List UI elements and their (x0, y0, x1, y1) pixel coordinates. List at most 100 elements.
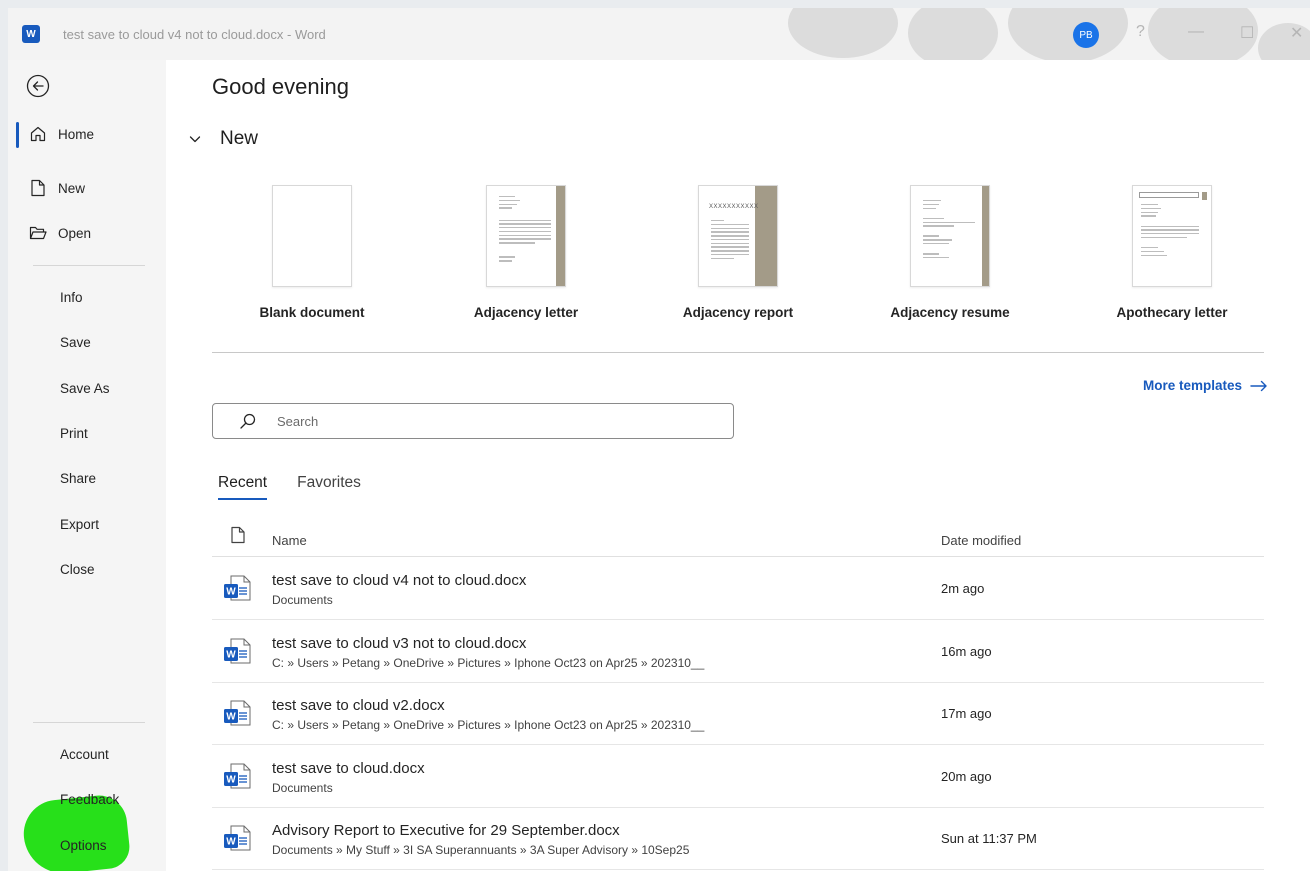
file-date-modified: 16m ago (941, 643, 992, 659)
template-name: Adjacency letter (473, 305, 579, 320)
file-name: test save to cloud v4 not to cloud.docx (272, 572, 527, 589)
greeting-heading: Good evening (212, 74, 349, 99)
template-apothecary-letter[interactable]: Apothecary letter (1072, 185, 1272, 320)
svg-text:W: W (226, 774, 236, 785)
file-date-modified: Sun at 11:37 PM (941, 831, 1037, 846)
sidebar-separator (33, 265, 145, 266)
sidebar-item-export[interactable]: Export (16, 506, 166, 542)
file-path: Documents (272, 780, 333, 795)
template-blank-document[interactable]: Blank document (212, 185, 412, 320)
sidebar-item-print[interactable]: Print (16, 415, 166, 451)
file-path: C: » Users » Petang » OneDrive » Picture… (272, 718, 705, 732)
template-thumbnail (1132, 185, 1212, 287)
template-adjacency-report[interactable]: XXXXXXXXXXX Adjacency report (638, 185, 838, 320)
word-app-icon: W (22, 25, 40, 43)
title-bar-decoration (788, 8, 898, 58)
file-row[interactable]: Wtest save to cloud v4 not to cloud.docx… (212, 557, 1264, 620)
word-backstage-window: W test save to cloud v4 not to cloud.doc… (8, 8, 1310, 871)
title-bar-decoration (1008, 8, 1128, 60)
sidebar-item-label: Open (58, 225, 92, 241)
file-row[interactable]: Wtest save to cloud v2.docx C: » Users » … (212, 682, 1264, 745)
help-icon[interactable]: ? (1136, 23, 1145, 41)
file-date-modified: 20m ago (941, 768, 992, 784)
svg-text:W: W (226, 649, 236, 660)
window-title: test save to cloud v4 not to cloud.docx … (63, 27, 326, 42)
file-name: test save to cloud v2.docx (272, 697, 445, 714)
more-templates-link[interactable]: More templates (1143, 378, 1268, 393)
template-thumbnail (272, 185, 352, 287)
word-document-icon: W (222, 761, 252, 791)
sidebar-item-new[interactable]: New (16, 170, 166, 206)
template-name: Blank document (259, 305, 365, 320)
word-document-icon: W (222, 636, 252, 666)
file-name: test save to cloud v3 not to cloud.docx (272, 634, 527, 652)
backstage-home: Good evening New Blank document Adjacenc… (166, 60, 1310, 871)
template-thumbnail (486, 185, 566, 287)
account-avatar[interactable]: PB (1073, 22, 1099, 48)
word-document-icon: W (222, 698, 252, 728)
file-name: Advisory Report to Executive for 29 Sept… (272, 822, 620, 839)
new-section-toggle[interactable]: New (188, 128, 258, 150)
search-box[interactable] (212, 403, 734, 439)
sidebar-separator (33, 722, 145, 723)
template-adjacency-letter[interactable]: Adjacency letter (426, 185, 626, 320)
back-arrow-icon[interactable] (26, 74, 50, 98)
close-icon[interactable]: ✕ (1290, 23, 1303, 43)
file-list-header: Name Date modified (212, 520, 1264, 557)
file-row[interactable]: W Advisory Report to Executive for 29 Sep… (212, 807, 1264, 870)
home-icon (28, 124, 48, 144)
word-document-icon: W (222, 573, 252, 603)
file-row[interactable]: Wtest save to cloud.docx Documents 20m ago (212, 745, 1264, 808)
template-thumb-title: XXXXXXXXXXX (709, 204, 759, 210)
file-path: Documents (272, 593, 333, 607)
new-section-title: New (220, 128, 259, 149)
file-name: test save to cloud.docx (272, 759, 425, 777)
column-header-name[interactable]: Name (272, 533, 307, 548)
tab-recent[interactable]: Recent (218, 474, 268, 500)
sidebar-item-home[interactable]: Home (16, 116, 166, 152)
svg-text:W: W (226, 587, 236, 598)
sidebar-item-close[interactable]: Close (16, 551, 166, 587)
template-thumbnail: XXXXXXXXXXX (698, 185, 778, 287)
sidebar-item-info[interactable]: Info (16, 279, 166, 315)
file-row[interactable]: Wtest save to cloud v3 not to cloud.docx… (212, 620, 1264, 683)
sidebar-item-save[interactable]: Save (16, 324, 166, 360)
template-name: Adjacency report (682, 305, 794, 320)
chevron-down-icon (189, 136, 201, 143)
sidebar-item-account[interactable]: Account (16, 736, 166, 772)
template-adjacency-resume[interactable]: Adjacency resume (850, 185, 1050, 320)
word-document-icon: W (222, 823, 252, 853)
sidebar-item-options[interactable]: Options (16, 827, 166, 863)
sidebar-item-label: Home (58, 126, 95, 142)
file-tabs: Recent Favorites (218, 474, 361, 500)
backstage-sidebar: Home New Open Info Save Save As Print Sh… (8, 60, 166, 871)
file-date-modified: 2m ago (941, 581, 985, 596)
file-path: C: » Users » Petang » OneDrive » Picture… (272, 655, 705, 670)
maximize-icon[interactable]: ☐ (1240, 23, 1254, 43)
file-path: Documents » My Stuff » 3I SA Superannuan… (272, 843, 690, 857)
file-type-icon (231, 526, 245, 544)
svg-text:W: W (226, 837, 236, 848)
file-date-modified: 17m ago (941, 706, 992, 721)
minimize-icon[interactable]: — (1188, 23, 1204, 41)
sidebar-item-save-as[interactable]: Save As (16, 370, 166, 406)
sidebar-item-label: New (58, 180, 86, 196)
template-name: Adjacency resume (890, 305, 1010, 320)
templates-divider (212, 352, 1264, 353)
column-header-date[interactable]: Date modified (941, 533, 1021, 548)
template-name: Apothecary letter (1116, 305, 1228, 320)
sidebar-item-share[interactable]: Share (16, 460, 166, 496)
folder-open-icon (28, 223, 48, 243)
svg-text:W: W (226, 712, 236, 723)
sidebar-item-feedback[interactable]: Feedback (16, 781, 166, 817)
template-thumbnail (910, 185, 990, 287)
search-input[interactable] (275, 412, 719, 430)
more-templates-label: More templates (1142, 378, 1242, 393)
tab-favorites[interactable]: Favorites (297, 474, 361, 500)
title-bar-decoration (908, 8, 998, 60)
search-icon (240, 413, 256, 429)
new-document-icon (28, 178, 48, 198)
arrow-right-icon (1250, 380, 1267, 391)
sidebar-item-open[interactable]: Open (16, 215, 166, 251)
title-bar: W test save to cloud v4 not to cloud.doc… (8, 8, 1310, 60)
